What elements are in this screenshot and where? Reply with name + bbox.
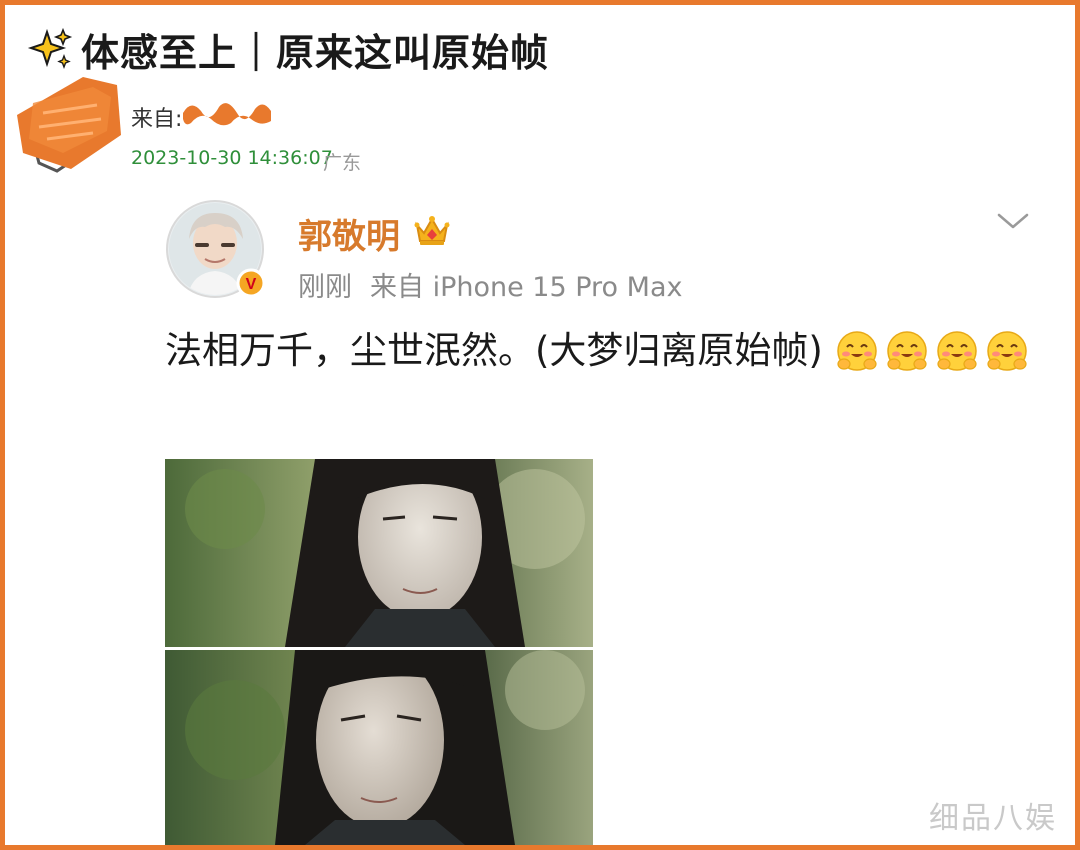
weibo-source-label: 来自 iPhone 15 Pro Max [370, 272, 683, 303]
poster-name-redacted [183, 103, 271, 126]
blush-hug-emoji [986, 331, 1027, 371]
poster-avatar-redacted[interactable] [13, 73, 123, 173]
crown-icon [414, 216, 450, 245]
post-image-2[interactable] [165, 650, 593, 845]
page-title: 体感至上｜原来这叫原始帧 [81, 30, 550, 75]
post-image-1[interactable] [165, 459, 593, 647]
post-location: 广东 [323, 152, 362, 174]
weibo-meta: 刚刚 来自 iPhone 15 Pro Max [298, 265, 682, 304]
chevron-down-icon[interactable] [995, 209, 1031, 233]
poster-from-label: 来自: [131, 107, 183, 132]
weibo-text-content: 法相万千，尘世泯然。(大梦归离原始帧) [165, 329, 823, 372]
post-timestamp: 2023-10-30 14:36:07 [131, 147, 333, 169]
watermark-text: 细品八娱 [929, 801, 1057, 836]
title-row: 体感至上｜原来这叫原始帧 [27, 19, 549, 79]
screenshot-frame: 体感至上｜原来这叫原始帧 来自: 2023-10-30 14:36:07 广东 … [0, 0, 1080, 850]
blush-hug-emoji [936, 331, 977, 371]
blush-hug-emoji [886, 331, 927, 371]
sparkles-icon [27, 27, 73, 69]
weibo-author-name[interactable]: 郭敬明 [298, 209, 400, 258]
weibo-time-label: 刚刚 [298, 272, 352, 303]
weibo-post-text: 法相万千，尘世泯然。(大梦归离原始帧) [165, 325, 1045, 377]
weibo-author-avatar[interactable]: V [165, 199, 265, 299]
blush-hug-emoji [836, 331, 877, 371]
svg-text:V: V [246, 276, 257, 293]
